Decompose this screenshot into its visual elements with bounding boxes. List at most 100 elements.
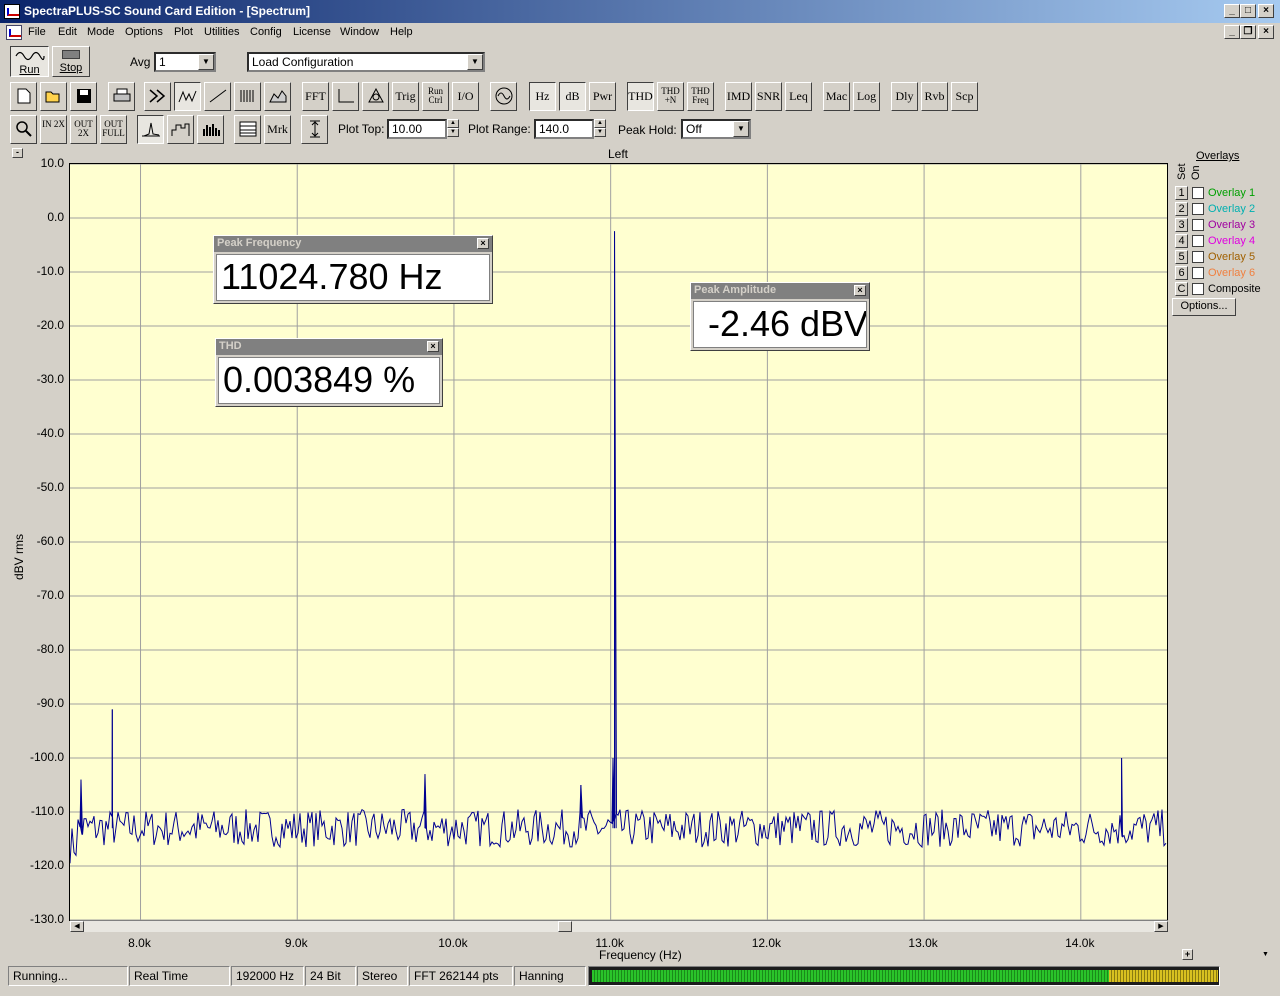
- minimize-button[interactable]: _: [1224, 4, 1240, 18]
- dly-button[interactable]: Dly: [891, 82, 918, 111]
- close-button[interactable]: ×: [1258, 4, 1274, 18]
- spin-down-icon[interactable]: ▼: [594, 128, 606, 137]
- scroll-left-icon[interactable]: ◀: [70, 921, 84, 932]
- line-plot-button[interactable]: [137, 115, 164, 144]
- axis-button[interactable]: [332, 82, 359, 111]
- overlay-set-button[interactable]: 1: [1175, 186, 1188, 200]
- table-view-button[interactable]: [234, 115, 261, 144]
- run-ctrl-button[interactable]: Run Ctrl: [422, 82, 449, 111]
- time-series-button[interactable]: [204, 82, 231, 111]
- fft-button[interactable]: FFT: [302, 82, 329, 111]
- close-icon[interactable]: ×: [427, 341, 439, 352]
- horizontal-scrollbar[interactable]: ◀ ▶: [70, 920, 1168, 932]
- spin-up-icon[interactable]: ▲: [594, 119, 606, 128]
- thd-freq-button[interactable]: THD Freq: [687, 82, 714, 111]
- menu-utilities[interactable]: Utilities: [204, 26, 239, 38]
- plot-range-input[interactable]: 140.0 ▲ ▼: [534, 119, 606, 139]
- scp-button[interactable]: Scp: [951, 82, 978, 111]
- overlay-set-button[interactable]: C: [1175, 282, 1188, 296]
- spectrum-mode-button[interactable]: [174, 82, 201, 111]
- spectrogram-button[interactable]: [234, 82, 261, 111]
- zoom-in-2x-button[interactable]: IN 2X: [40, 115, 67, 144]
- resize-arrow-icon[interactable]: ▼: [1262, 951, 1269, 958]
- menu-mode[interactable]: Mode: [87, 26, 115, 38]
- peak-hold-select[interactable]: Off ▼: [681, 119, 751, 139]
- menu-edit[interactable]: Edit: [58, 26, 77, 38]
- document-icon[interactable]: [6, 25, 22, 40]
- save-button[interactable]: [70, 82, 97, 111]
- menu-plot[interactable]: Plot: [174, 26, 193, 38]
- leq-button[interactable]: Leq: [785, 82, 812, 111]
- menu-config[interactable]: Config: [250, 26, 282, 38]
- overlay-set-button[interactable]: 2: [1175, 202, 1188, 216]
- doc-minimize-button[interactable]: _: [1224, 25, 1240, 39]
- overlay-checkbox[interactable]: [1192, 219, 1204, 231]
- doc-restore-button[interactable]: ❐: [1240, 25, 1256, 39]
- io-button[interactable]: I/O: [452, 82, 479, 111]
- menu-options[interactable]: Options: [125, 26, 163, 38]
- spin-down-icon[interactable]: ▼: [447, 128, 459, 137]
- chevron-down-icon[interactable]: ▼: [198, 54, 214, 70]
- thd-button[interactable]: THD: [627, 82, 654, 111]
- overlay-set-button[interactable]: 4: [1175, 234, 1188, 248]
- stop-button[interactable]: Stop: [52, 46, 90, 77]
- menu-license[interactable]: License: [293, 26, 331, 38]
- overlay-set-button[interactable]: 5: [1175, 250, 1188, 264]
- plot-top-input[interactable]: 10.00 ▲ ▼: [387, 119, 459, 139]
- overlay-checkbox[interactable]: [1192, 251, 1204, 263]
- overlay-checkbox[interactable]: [1192, 267, 1204, 279]
- fast-forward-button[interactable]: [144, 82, 171, 111]
- doc-close-button[interactable]: ×: [1258, 25, 1274, 39]
- rvb-button[interactable]: Rvb: [921, 82, 948, 111]
- mac-button[interactable]: Mac: [823, 82, 850, 111]
- spin-up-icon[interactable]: ▲: [447, 119, 459, 128]
- imd-button[interactable]: IMD: [725, 82, 752, 111]
- scroll-right-icon[interactable]: ▶: [1154, 921, 1168, 932]
- thd-n-button[interactable]: THD +N: [657, 82, 684, 111]
- expand-button[interactable]: +: [1182, 949, 1193, 960]
- maximize-button[interactable]: □: [1240, 4, 1256, 18]
- print-button[interactable]: [108, 82, 135, 111]
- open-file-button[interactable]: [40, 82, 67, 111]
- overlay-set-button[interactable]: 6: [1175, 266, 1188, 280]
- app-icon[interactable]: [4, 4, 20, 19]
- overlay-checkbox[interactable]: [1192, 235, 1204, 247]
- db-button[interactable]: dB: [559, 82, 586, 111]
- zoom-button[interactable]: [10, 115, 37, 144]
- menu-file[interactable]: File: [28, 26, 46, 38]
- configuration-select[interactable]: Load Configuration ▼: [247, 52, 485, 72]
- overlay-checkbox[interactable]: [1192, 187, 1204, 199]
- log-button[interactable]: Log: [853, 82, 880, 111]
- overlay-options-button[interactable]: Options...: [1172, 298, 1236, 316]
- scroll-thumb[interactable]: [558, 921, 572, 932]
- avg-select[interactable]: 1 ▼: [154, 52, 216, 72]
- close-icon[interactable]: ×: [854, 285, 866, 296]
- chevron-down-icon[interactable]: ▼: [733, 121, 749, 137]
- menu-window[interactable]: Window: [340, 26, 379, 38]
- overlay-set-button[interactable]: 3: [1175, 218, 1188, 232]
- 3d-surface-icon: [268, 90, 286, 103]
- step-plot-button[interactable]: [167, 115, 194, 144]
- overlay-checkbox[interactable]: [1192, 283, 1204, 295]
- snr-button[interactable]: SNR: [755, 82, 782, 111]
- thd-window[interactable]: THD × 0.003849 %: [215, 338, 443, 407]
- zoom-out-full-button[interactable]: OUT FULL: [100, 115, 127, 144]
- calibration-button[interactable]: [362, 82, 389, 111]
- peak-frequency-window[interactable]: Peak Frequency × 11024.780 Hz: [213, 235, 493, 304]
- pwr-button[interactable]: Pwr: [589, 82, 616, 111]
- close-icon[interactable]: ×: [477, 238, 489, 249]
- new-file-button[interactable]: [10, 82, 37, 111]
- run-button[interactable]: Run: [10, 46, 49, 77]
- chevron-down-icon[interactable]: ▼: [467, 54, 483, 70]
- overlay-checkbox[interactable]: [1192, 203, 1204, 215]
- peak-amplitude-window[interactable]: Peak Amplitude × -2.46 dBV: [690, 282, 870, 351]
- signal-generator-button[interactable]: [490, 82, 517, 111]
- zoom-out-2x-button[interactable]: OUT 2X: [70, 115, 97, 144]
- trig-button[interactable]: Trig: [392, 82, 419, 111]
- menu-help[interactable]: Help: [390, 26, 413, 38]
- bar-plot-button[interactable]: [197, 115, 224, 144]
- 3d-surface-button[interactable]: [264, 82, 291, 111]
- marker-button[interactable]: Mrk: [264, 115, 291, 144]
- autoscale-button[interactable]: [301, 115, 328, 144]
- hz-button[interactable]: Hz: [529, 82, 556, 111]
